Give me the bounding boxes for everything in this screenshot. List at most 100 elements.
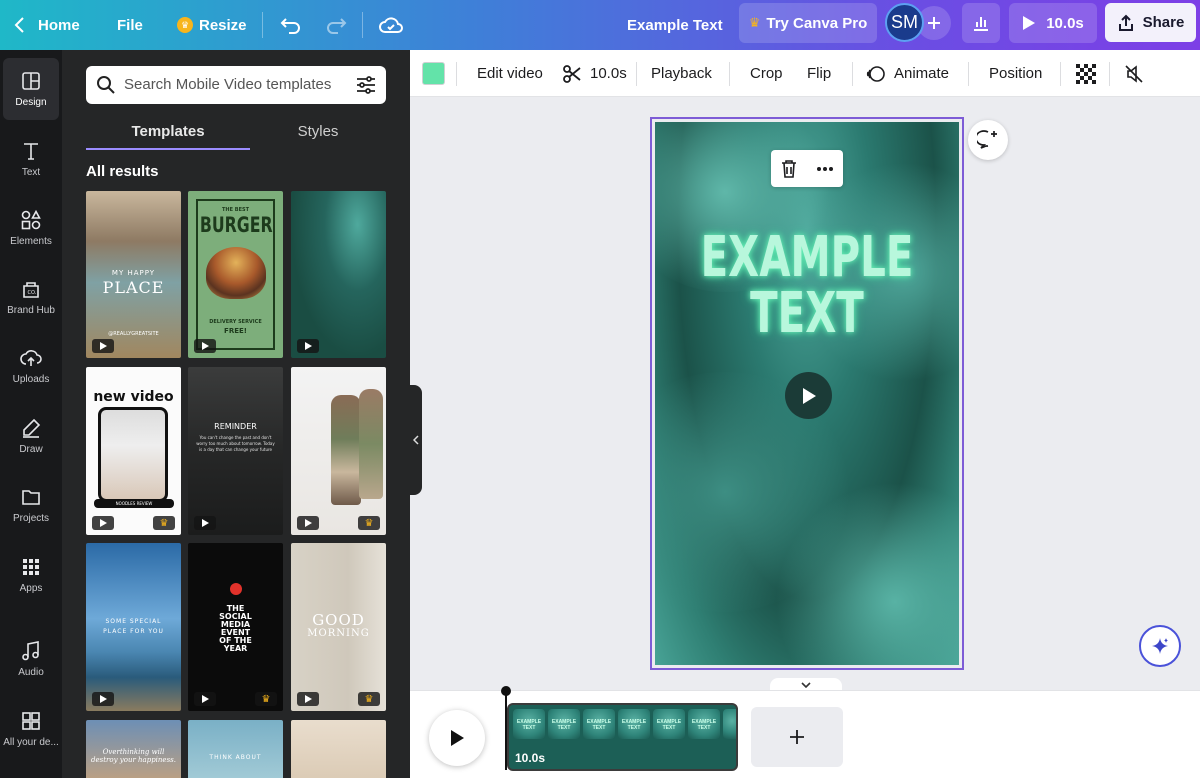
flip-button[interactable]: Flip [807, 50, 831, 97]
crown-icon: ♛ [255, 692, 277, 706]
divider [852, 62, 853, 86]
svg-text:CO.: CO. [28, 290, 37, 296]
template-thumbnail[interactable]: MY HAPPY PLACE @REALLYGREATSITE [86, 191, 181, 358]
template-thumbnail[interactable]: SOME SPECIAL PLACE FOR YOU [86, 543, 181, 711]
rail-item-all-designs[interactable]: All your de... [0, 698, 62, 760]
transparency-button[interactable] [1075, 50, 1097, 97]
plus-icon [790, 730, 804, 744]
filter-sliders-icon[interactable] [356, 76, 376, 94]
edit-video-button[interactable]: Edit video [477, 50, 543, 97]
try-canva-pro-button[interactable]: ♛ Try Canva Pro [739, 3, 877, 43]
color-swatch[interactable] [422, 62, 445, 85]
upload-cloud-icon [20, 350, 42, 366]
shapes-icon [21, 209, 41, 230]
comment-plus-icon [977, 130, 997, 149]
animate-button[interactable]: Animate [866, 50, 949, 97]
rail-item-apps[interactable]: Apps [0, 544, 62, 606]
file-menu[interactable]: File [117, 0, 143, 50]
play-icon [194, 516, 216, 530]
crown-icon: ♛ [153, 516, 175, 530]
animate-icon [866, 65, 885, 82]
grid-icon [22, 712, 40, 730]
avatar[interactable]: SM [885, 3, 924, 42]
mute-button[interactable] [1124, 50, 1144, 97]
top-bar: Home File ♛ Resize Example Text ♛ Try Ca… [0, 0, 1200, 50]
resize-button[interactable]: ♛ Resize [177, 0, 247, 50]
tab-styles[interactable]: Styles [250, 112, 386, 150]
template-thumbnail[interactable]: REMINDER You can't change the past and d… [188, 367, 283, 535]
insights-button[interactable] [962, 3, 1000, 43]
rail-item-brand-hub[interactable]: CO. Brand Hub [0, 266, 62, 328]
home-button[interactable]: Home [14, 0, 80, 50]
collapse-panel-handle[interactable] [410, 385, 422, 495]
tab-templates[interactable]: Templates [86, 112, 250, 150]
redo-button[interactable] [325, 0, 347, 50]
trim-button[interactable]: 10.0s [562, 50, 627, 97]
video-play-button[interactable] [785, 372, 832, 419]
template-thumbnail[interactable] [291, 191, 386, 358]
undo-button[interactable] [280, 0, 302, 50]
play-icon [297, 692, 319, 706]
magic-assistant-button[interactable] [1139, 625, 1181, 667]
crown-icon: ♛ [748, 15, 761, 30]
position-button[interactable]: Position [989, 50, 1042, 97]
chevron-left-icon [413, 435, 419, 445]
canvas-heading-line-2[interactable]: TEXT [698, 286, 917, 342]
rail-item-draw[interactable]: Draw [0, 405, 62, 467]
add-comment-button[interactable] [968, 120, 1008, 160]
trash-icon[interactable] [780, 159, 798, 179]
divider [456, 62, 457, 86]
template-thumbnail[interactable]: Overthinking will destroy your happiness… [86, 720, 181, 778]
templates-panel: Search Mobile Video templates Templates … [62, 50, 410, 778]
cloud-save-button[interactable] [379, 0, 403, 50]
upload-icon [1118, 14, 1133, 31]
context-toolbar: Edit video 10.0s Playback Crop Flip Anim… [410, 50, 1200, 97]
template-thumbnail[interactable]: THINK ABOUT [188, 720, 283, 778]
play-icon [194, 339, 216, 353]
text-icon [24, 143, 38, 160]
rail-item-audio[interactable]: Audio [0, 628, 62, 690]
folder-icon [22, 490, 40, 505]
clip-duration: 10.0s [515, 751, 546, 765]
play-preview-button[interactable]: 10.0s [1009, 3, 1097, 43]
canvas-page[interactable]: EXAMPLE TEXT [650, 117, 964, 670]
playback-button[interactable]: Playback [651, 50, 712, 97]
canvas-heading-line-1[interactable]: EXAMPLE [698, 230, 917, 286]
document-title[interactable]: Example Text [627, 0, 723, 50]
rail-item-uploads[interactable]: Uploads [0, 335, 62, 397]
crown-icon: ♛ [358, 692, 380, 706]
divider [1109, 62, 1110, 86]
video-canvas[interactable]: EXAMPLE TEXT [655, 122, 959, 665]
search-box[interactable]: Search Mobile Video templates [86, 66, 386, 104]
crown-icon: ♛ [177, 17, 193, 33]
rail-item-projects[interactable]: Projects [0, 474, 62, 536]
sparkle-icon [1152, 638, 1168, 654]
more-options-icon[interactable] [816, 166, 834, 172]
template-thumbnail[interactable] [291, 720, 386, 778]
add-page-button[interactable] [751, 707, 843, 767]
undo-icon [280, 18, 300, 34]
music-note-icon [22, 641, 39, 661]
crop-button[interactable]: Crop [750, 50, 783, 97]
bar-chart-icon [974, 17, 988, 31]
plus-icon [928, 17, 940, 29]
rail-item-elements[interactable]: Elements [0, 197, 62, 259]
left-rail: Design Text Elements CO. Brand Hub Uploa… [0, 50, 62, 778]
template-thumbnail[interactable]: THE BEST BURGER DELIVERY SERVICE FREE! [188, 191, 283, 358]
results-heading: All results [86, 163, 159, 180]
search-input[interactable]: Search Mobile Video templates [124, 76, 331, 93]
template-thumbnail[interactable]: THE SOCIAL MEDIA EVENT OF THE YEAR ♛ [188, 543, 283, 711]
playhead-line[interactable] [505, 694, 507, 770]
timeline-play-button[interactable] [429, 710, 485, 766]
rail-item-text[interactable]: Text [0, 128, 62, 190]
playhead-handle[interactable] [501, 686, 511, 696]
share-button[interactable]: Share [1105, 3, 1196, 42]
mute-icon [1125, 64, 1143, 83]
template-thumbnail[interactable]: ♛ [291, 367, 386, 535]
timeline-clip[interactable]: EXAMPLE TEXT EXAMPLE TEXT EXAMPLE TEXT E… [507, 703, 738, 771]
template-thumbnail[interactable]: new video NOODLES REVIEW ♛ [86, 367, 181, 535]
divider [362, 12, 363, 38]
rail-item-design[interactable]: Design [3, 58, 59, 120]
play-icon [92, 339, 114, 353]
template-thumbnail[interactable]: GOOD MORNING ♛ [291, 543, 386, 711]
